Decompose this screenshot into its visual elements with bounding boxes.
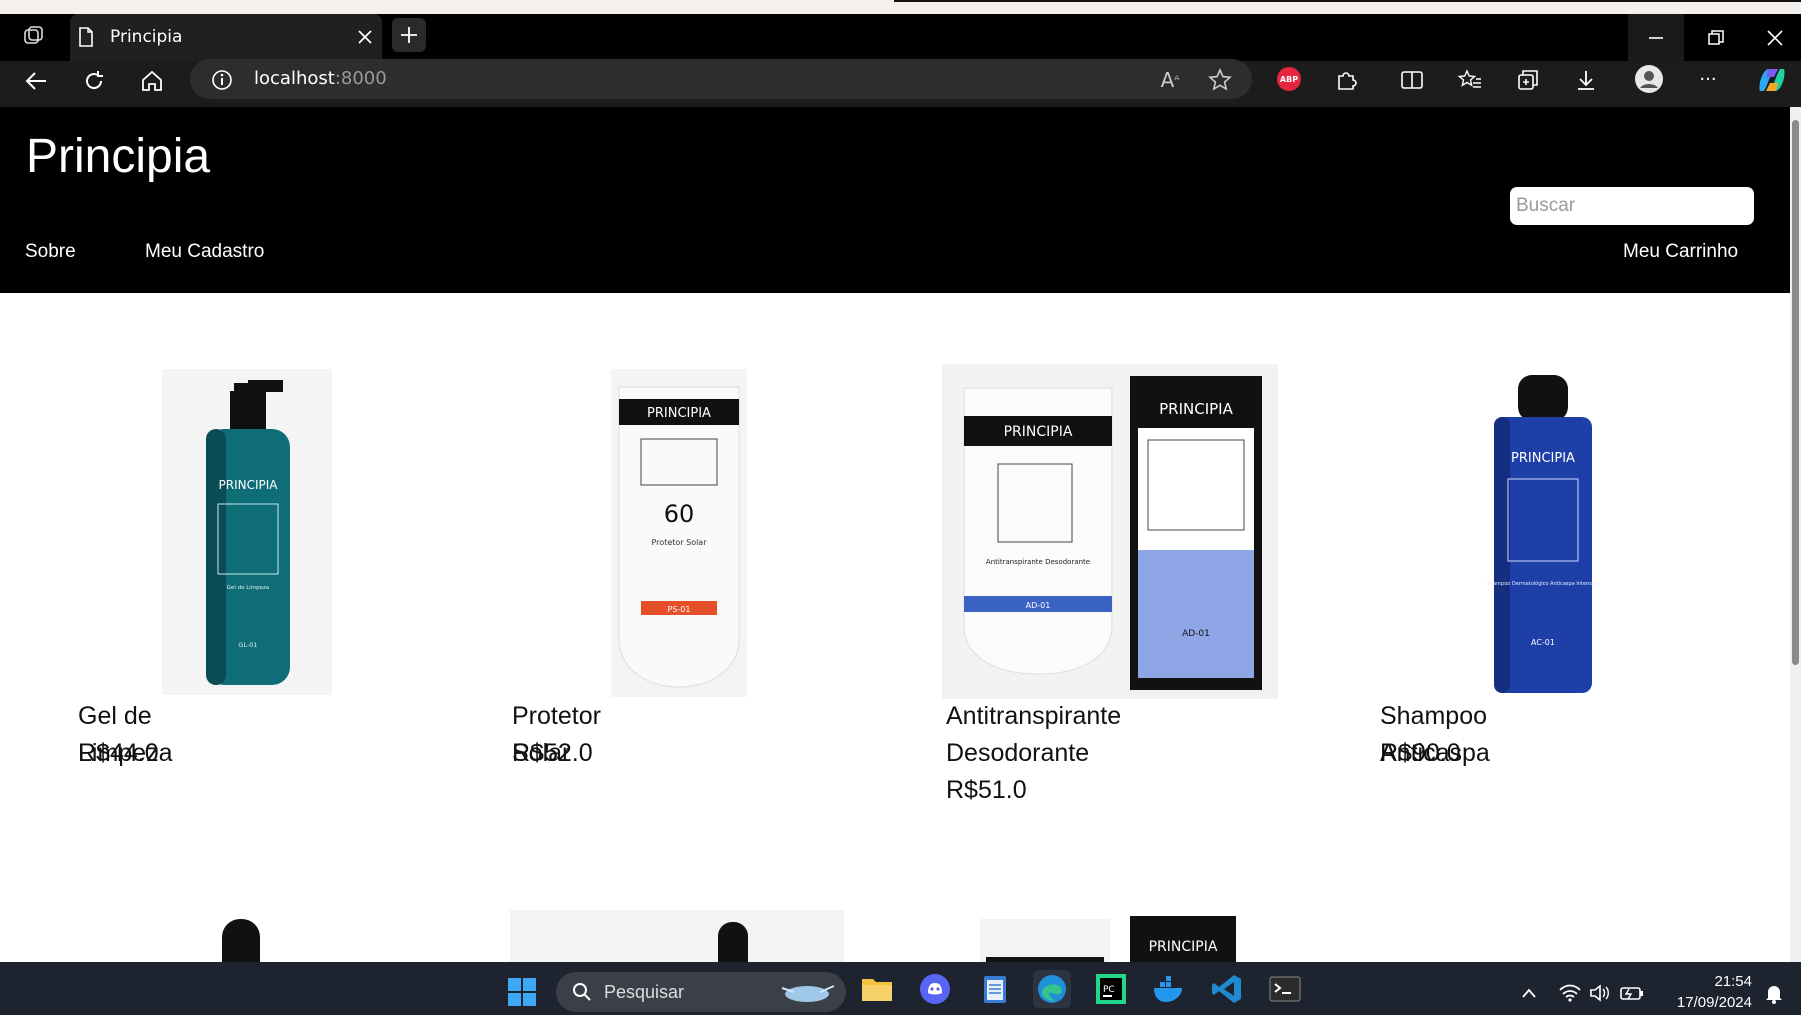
adblock-icon[interactable]: ABP bbox=[1274, 64, 1304, 94]
tab-title: Principia bbox=[110, 27, 183, 47]
restore-button[interactable] bbox=[1688, 14, 1744, 61]
taskbar-search-label: Pesquisar bbox=[604, 982, 685, 1002]
svg-text:Protetor Solar: Protetor Solar bbox=[652, 538, 708, 547]
site-title[interactable]: Principia bbox=[26, 129, 210, 184]
wifi-icon[interactable] bbox=[1556, 978, 1584, 1008]
home-icon[interactable] bbox=[134, 63, 170, 99]
product-image-partial[interactable] bbox=[222, 919, 260, 962]
svg-text:AD-01: AD-01 bbox=[1182, 629, 1210, 639]
site-info-icon[interactable] bbox=[208, 66, 236, 94]
nav-link-register[interactable]: Meu Cadastro bbox=[145, 241, 264, 263]
volume-icon[interactable] bbox=[1586, 978, 1614, 1008]
minimize-button[interactable] bbox=[1628, 14, 1684, 61]
svg-text:PRINCIPIA: PRINCIPIA bbox=[647, 406, 711, 421]
file-explorer-icon[interactable] bbox=[858, 970, 896, 1008]
nav-link-about[interactable]: Sobre bbox=[25, 241, 76, 263]
downloads-icon[interactable] bbox=[1570, 64, 1602, 96]
refresh-icon[interactable] bbox=[76, 63, 112, 99]
close-window-button[interactable] bbox=[1748, 14, 1801, 61]
nav-link-cart[interactable]: Meu Carrinho bbox=[1623, 241, 1738, 263]
battery-icon[interactable] bbox=[1618, 978, 1646, 1008]
svg-text:PRINCIPIA: PRINCIPIA bbox=[1511, 451, 1575, 466]
product-image[interactable]: PRINCIPIA Shampoo Dermatológico Anticasp… bbox=[1486, 369, 1600, 699]
copilot-icon[interactable] bbox=[1752, 60, 1792, 100]
svg-text:Antitranspirante Desodorante: Antitranspirante Desodorante bbox=[986, 558, 1090, 566]
page-icon bbox=[74, 20, 98, 54]
read-aloud-icon[interactable]: Aᴬ bbox=[1152, 63, 1188, 97]
brand-label: PRINCIPIA bbox=[1148, 939, 1218, 955]
window-top-strip bbox=[0, 0, 1801, 14]
svg-text:AD-01: AD-01 bbox=[1026, 601, 1051, 610]
scrollbar-thumb[interactable] bbox=[1792, 120, 1799, 665]
svg-text:Gel de Limpeza: Gel de Limpeza bbox=[227, 585, 270, 591]
favorite-star-icon[interactable] bbox=[1202, 63, 1238, 97]
svg-text:Shampoo Dermatológico Anticasp: Shampoo Dermatológico Anticaspa Intensiv… bbox=[1487, 580, 1599, 587]
svg-text:PRINCIPIA: PRINCIPIA bbox=[219, 478, 279, 492]
product-image-partial[interactable] bbox=[510, 910, 844, 962]
clock-time[interactable]: 21:54 bbox=[1660, 973, 1752, 990]
product-price: R$44.0 bbox=[78, 739, 159, 767]
svg-text:60: 60 bbox=[664, 500, 695, 528]
notepad-icon[interactable] bbox=[976, 970, 1014, 1008]
page-viewport: Principia Sobre Meu Cadastro Meu Carrinh… bbox=[0, 107, 1790, 962]
back-icon[interactable] bbox=[18, 63, 54, 99]
notification-bell-icon[interactable] bbox=[1760, 980, 1788, 1008]
product-image[interactable]: PRINCIPIA Gel de Limpeza GL-01 bbox=[162, 369, 332, 695]
svg-text:AC-01: AC-01 bbox=[1531, 638, 1555, 647]
search-input[interactable] bbox=[1510, 187, 1754, 225]
close-tab-icon[interactable] bbox=[352, 22, 378, 52]
docker-icon[interactable] bbox=[1150, 970, 1188, 1008]
terminal-icon[interactable] bbox=[1266, 970, 1304, 1008]
svg-text:GL-01: GL-01 bbox=[238, 641, 257, 649]
svg-text:PC: PC bbox=[1103, 985, 1115, 995]
product-name-line1[interactable]: Antitranspirante bbox=[946, 698, 1121, 735]
product-image-partial[interactable]: PRINCIPIA bbox=[1130, 916, 1236, 962]
product-price: R$90.0 bbox=[1380, 739, 1461, 767]
product-image-partial[interactable] bbox=[980, 919, 1110, 962]
collections-icon[interactable] bbox=[1512, 64, 1544, 96]
new-tab-button[interactable] bbox=[392, 18, 426, 52]
profile-avatar[interactable] bbox=[1632, 62, 1666, 96]
product-price: R$51.0 bbox=[946, 776, 1027, 804]
favorites-icon[interactable] bbox=[1454, 64, 1486, 96]
url-text[interactable]: localhost:8000 bbox=[254, 59, 387, 99]
discord-icon[interactable] bbox=[916, 970, 954, 1008]
chevron-up-icon[interactable] bbox=[1518, 978, 1540, 1008]
search-icon bbox=[568, 978, 596, 1006]
edge-icon[interactable] bbox=[1033, 970, 1071, 1008]
product-image[interactable]: PRINCIPIA 60 Protetor Solar PS-01 bbox=[611, 369, 747, 697]
svg-text:PS-01: PS-01 bbox=[668, 605, 691, 614]
split-screen-icon[interactable] bbox=[1396, 64, 1428, 96]
product-price: R$52.0 bbox=[512, 739, 593, 767]
clock-date[interactable]: 17/09/2024 bbox=[1660, 994, 1752, 1011]
search-highlight-icon bbox=[774, 978, 840, 1008]
extensions-icon[interactable] bbox=[1330, 64, 1362, 96]
svg-text:PRINCIPIA: PRINCIPIA bbox=[1159, 400, 1233, 418]
product-name-line2[interactable]: Desodorante bbox=[946, 735, 1089, 772]
product-image[interactable]: PRINCIPIA Antitranspirante Desodorante A… bbox=[942, 364, 1278, 699]
vscode-icon[interactable] bbox=[1208, 970, 1246, 1008]
workspaces-icon[interactable] bbox=[18, 20, 50, 52]
svg-text:PRINCIPIA: PRINCIPIA bbox=[1004, 424, 1073, 440]
pycharm-icon[interactable]: PC bbox=[1092, 970, 1130, 1008]
more-options-icon[interactable]: ··· bbox=[1690, 64, 1726, 94]
start-menu-icon[interactable] bbox=[504, 974, 540, 1010]
